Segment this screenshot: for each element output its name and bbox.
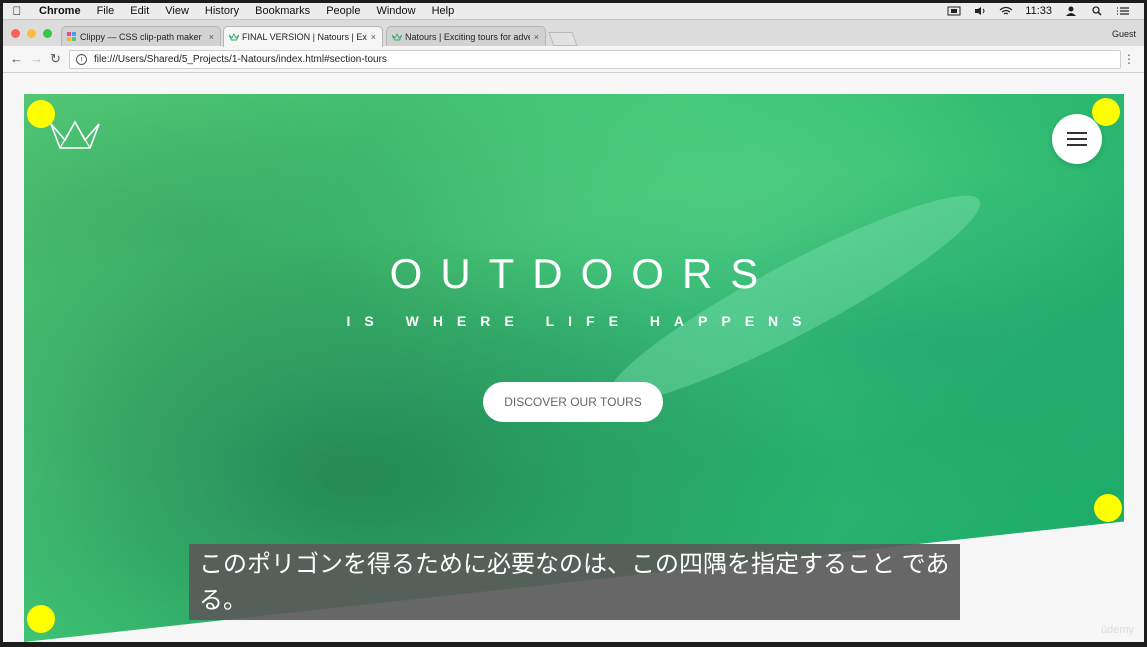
browser-tab-strip: Clippy — CSS clip-path maker × FINAL VER…: [3, 20, 1144, 47]
forward-arrow-icon[interactable]: →: [30, 51, 43, 66]
user-icon[interactable]: [1064, 6, 1078, 16]
tab-close-icon[interactable]: ×: [209, 32, 214, 42]
apple-icon[interactable]: : [3, 4, 31, 18]
natours-logo-icon[interactable]: [50, 120, 100, 150]
spotlight-search-icon[interactable]: [1090, 6, 1104, 16]
discover-tours-button[interactable]: DISCOVER OUR TOURS: [483, 382, 663, 422]
tab-natours[interactable]: Natours | Exciting tours for adventurous…: [386, 26, 546, 46]
hero-subtitle: IS WHERE LIFE HAPPENS: [346, 313, 816, 329]
notification-center-icon[interactable]: [1116, 6, 1130, 16]
wifi-icon[interactable]: [999, 6, 1013, 16]
screen:  Chrome File Edit View History Bookmark…: [3, 3, 1144, 642]
video-caption: このポリゴンを得るために必要なのは、この四隅を指定すること である。: [189, 544, 960, 620]
page-info-icon[interactable]: i: [76, 54, 87, 65]
back-arrow-icon[interactable]: ←: [10, 51, 23, 66]
new-tab-button[interactable]: [548, 32, 578, 46]
address-bar[interactable]: i file:///Users/Shared/5_Projects/1-Nato…: [69, 50, 1121, 69]
browser-toolbar: ← → ↻ i file:///Users/Shared/5_Projects/…: [3, 46, 1144, 73]
address-url: file:///Users/Shared/5_Projects/1-Natour…: [94, 54, 387, 65]
menu-bookmarks[interactable]: Bookmarks: [247, 5, 318, 17]
hamburger-line-icon: [1067, 144, 1087, 146]
hero-title: OUTDOORS: [389, 250, 777, 297]
menu-history[interactable]: History: [197, 5, 247, 17]
volume-icon[interactable]: [973, 6, 987, 16]
tab-title: FINAL VERSION | Natours | Exciting tours: [242, 32, 367, 42]
hamburger-line-icon: [1067, 138, 1087, 140]
maximize-window-button[interactable]: [43, 29, 52, 38]
guest-profile-label[interactable]: Guest: [1112, 29, 1136, 39]
menu-app-chrome[interactable]: Chrome: [31, 5, 89, 17]
menu-help[interactable]: Help: [424, 5, 463, 17]
macos-menu-bar:  Chrome File Edit View History Bookmark…: [3, 3, 1144, 20]
minimize-window-button[interactable]: [27, 29, 36, 38]
navigation-menu-button[interactable]: [1052, 114, 1102, 164]
tab-title: Natours | Exciting tours for adventurous: [405, 31, 530, 42]
tab-title: Clippy — CSS clip-path maker: [80, 31, 202, 42]
clippy-favicon-icon: [67, 32, 76, 41]
udemy-watermark: ûdemy: [1100, 624, 1134, 636]
natours-favicon-icon: [229, 32, 239, 41]
airplay-icon[interactable]: [947, 6, 961, 16]
corner-marker-bottom-left: [27, 605, 55, 633]
tab-final-version[interactable]: FINAL VERSION | Natours | Exciting tours…: [223, 26, 383, 47]
corner-marker-top-left: [27, 100, 55, 128]
clock[interactable]: 11:33: [1025, 5, 1052, 17]
hamburger-line-icon: [1067, 132, 1087, 134]
window-controls: [11, 29, 52, 38]
menu-view[interactable]: View: [157, 5, 197, 17]
corner-marker-bottom-right: [1094, 494, 1122, 522]
menu-people[interactable]: People: [318, 5, 368, 17]
close-window-button[interactable]: [11, 29, 20, 38]
natours-favicon-icon: [392, 32, 402, 41]
corner-marker-top-right: [1092, 98, 1120, 126]
tab-close-icon[interactable]: ×: [534, 32, 539, 42]
tab-close-icon[interactable]: ×: [371, 32, 376, 42]
browser-menu-icon[interactable]: ⋮: [1123, 52, 1135, 66]
menu-window[interactable]: Window: [368, 5, 423, 17]
reload-icon[interactable]: ↻: [50, 51, 61, 67]
tab-clippy[interactable]: Clippy — CSS clip-path maker ×: [61, 26, 221, 46]
menu-edit[interactable]: Edit: [122, 5, 157, 17]
menu-file[interactable]: File: [89, 5, 123, 17]
